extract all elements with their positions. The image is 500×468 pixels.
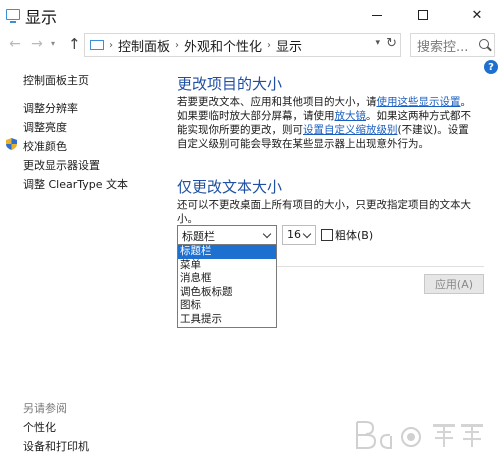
chevron-right-icon[interactable]: › [109,40,113,51]
sidebar-item-brightness[interactable]: 调整亮度 [23,119,67,135]
display-icon [6,9,20,23]
chevron-right-icon[interactable]: › [267,40,271,51]
dropdown-option-menu[interactable]: 菜单 [178,259,276,273]
item-select-value: 标题栏 [182,230,215,243]
up-arrow-icon[interactable]: ↑ [68,35,81,53]
dropdown-option-message-box[interactable]: 消息框 [178,272,276,286]
sidebar-item-home[interactable]: 控制面板主页 [23,72,89,88]
forward-arrow-icon[interactable]: → [29,36,45,52]
back-arrow-icon[interactable]: ← [7,36,23,52]
section-description-change-size: 若要更改文本、应用和其他项目的大小，请使用这些显示设置。如果要临时放大部分屏幕，… [177,95,477,151]
recent-locations-icon[interactable]: ▾ [51,39,55,48]
maximize-icon [418,10,428,20]
divider [277,266,484,267]
apply-button[interactable]: 应用(A) [424,274,484,294]
bold-checkbox[interactable] [321,229,333,241]
dropdown-option-icon[interactable]: 图标 [178,299,276,313]
help-icon[interactable]: ? [484,60,498,74]
maximize-button[interactable] [400,0,446,30]
address-bar[interactable]: › 控制面板 › 外观和个性化 › 显示 ▾ ↻ [84,33,401,57]
sidebar-item-calibrate[interactable]: 校准颜色 [23,138,67,154]
chevron-down-icon [262,229,272,239]
item-select[interactable]: 标题栏 [177,225,277,245]
bold-checkbox-label[interactable]: 粗体(B) [335,227,373,243]
description-text: 若要更改文本、应用和其他项目的大小，请 [177,96,377,108]
navigation-bar: ← → ▾ ↑ › 控制面板 › 外观和个性化 › 显示 ▾ ↻ 搜索控... [0,30,500,60]
chevron-down-icon [302,229,312,239]
sidebar-item-display-settings[interactable]: 更改显示器设置 [23,157,100,173]
section-heading-change-size: 更改项目的大小 [177,75,283,93]
section-heading-text-size: 仅更改文本大小 [177,178,283,196]
sidebar-link-personalization[interactable]: 个性化 [23,419,56,435]
address-dropdown-icon[interactable]: ▾ [375,38,380,48]
sidebar-item-cleartype[interactable]: 调整 ClearType 文本 [23,176,128,192]
breadcrumb-display[interactable]: 显示 [276,36,302,55]
baidu-jingyan-watermark [356,421,483,449]
dropdown-option-tooltip[interactable]: 工具提示 [178,313,276,327]
dropdown-option-title-bar[interactable]: 标题栏 [178,245,276,259]
title-bar: 显示 ✕ [0,0,500,30]
search-input[interactable]: 搜索控... [410,33,495,57]
control-panel-icon [90,40,104,50]
section-description-text-size: 还可以不更改桌面上所有项目的大小，只更改指定项目的文本大小。 [177,199,471,225]
font-size-select[interactable]: 16 [282,225,316,245]
shield-icon [6,138,17,150]
window-title: 显示 [25,8,58,27]
item-dropdown-list: 标题栏 菜单 消息框 调色板标题 图标 工具提示 [177,244,277,328]
minimize-button[interactable] [354,0,400,30]
font-size-value: 16 [287,228,301,241]
breadcrumb-appearance[interactable]: 外观和个性化 [184,36,262,55]
refresh-icon[interactable]: ↻ [386,36,397,51]
dropdown-option-palette-title[interactable]: 调色板标题 [178,286,276,300]
search-icon[interactable] [479,39,489,49]
close-button[interactable]: ✕ [454,0,500,30]
search-placeholder: 搜索控... [417,39,469,55]
custom-scaling-link[interactable]: 设置自定义缩放级别 [303,124,398,136]
breadcrumb-control-panel[interactable]: 控制面板 [118,36,170,55]
sidebar-item-resolution[interactable]: 调整分辨率 [23,100,78,116]
close-icon: ✕ [471,7,483,23]
see-also-label: 另请参阅 [23,402,67,415]
display-settings-link[interactable]: 使用这些显示设置 [377,96,461,108]
magnifier-link[interactable]: 放大镜 [335,110,367,122]
sidebar-link-devices-printers[interactable]: 设备和打印机 [23,438,89,454]
chevron-right-icon[interactable]: › [175,40,179,51]
minimize-icon [372,14,382,16]
